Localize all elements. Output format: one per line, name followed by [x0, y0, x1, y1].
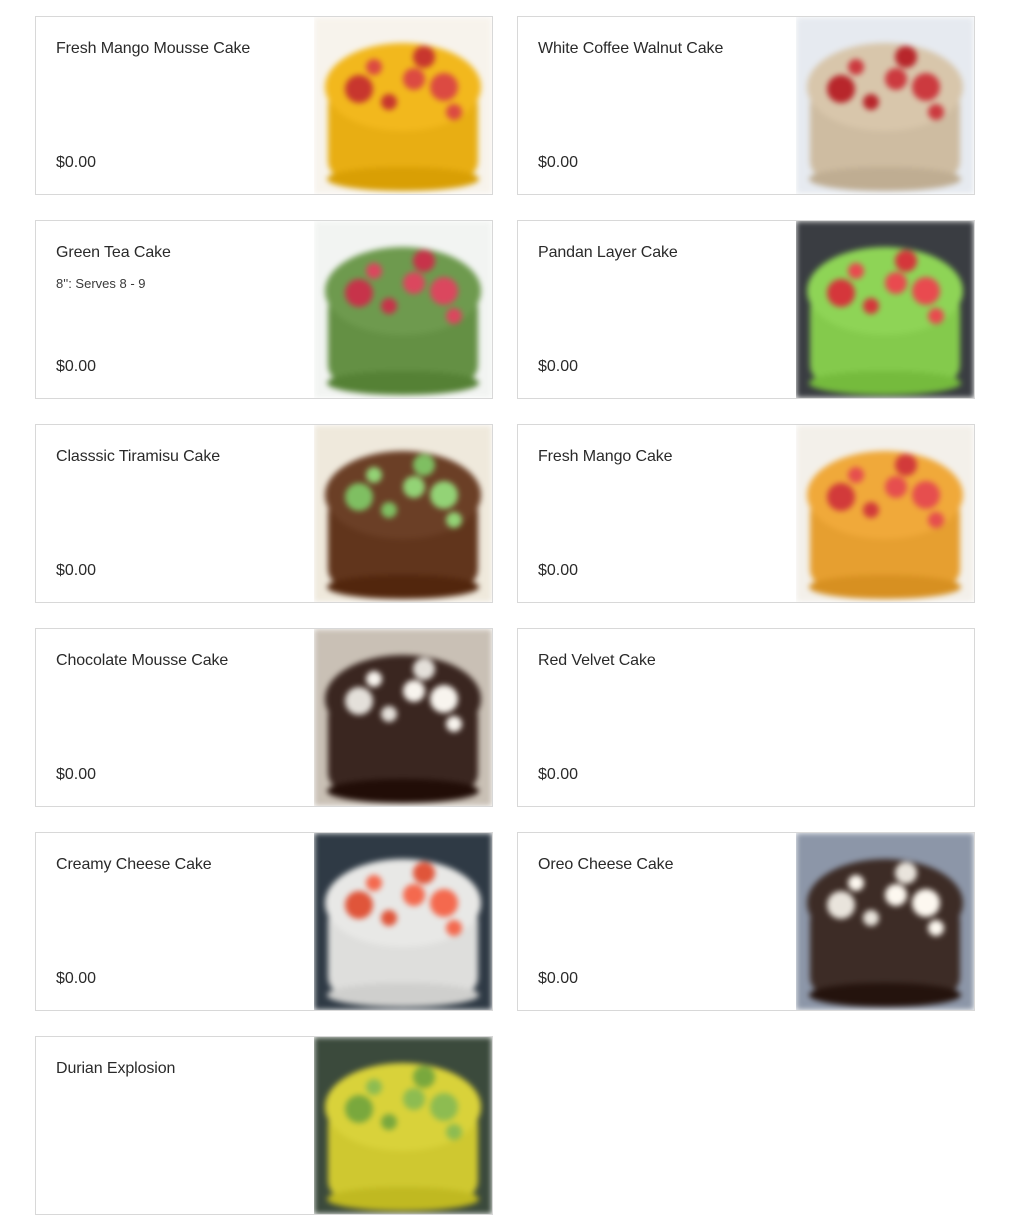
menu-item-photo[interactable] — [314, 221, 492, 398]
menu-item-card[interactable]: Green Tea Cake 8'': Serves 8 - 9 $0.00 — [35, 220, 493, 399]
menu-item-name: Classsic Tiramisu Cake — [56, 448, 221, 465]
cake-photo-graphic — [314, 629, 492, 806]
menu-item-photo[interactable] — [796, 17, 974, 194]
menu-item-photo[interactable] — [796, 221, 974, 398]
menu-item-name: Creamy Cheese Cake — [56, 856, 212, 873]
menu-item-price: $0.00 — [538, 766, 579, 783]
menu-item-price: $0.00 — [538, 562, 579, 579]
menu-item-name: Red Velvet Cake — [538, 652, 656, 669]
menu-item-name: White Coffee Walnut Cake — [538, 40, 724, 57]
cake-photo-graphic — [796, 425, 974, 602]
menu-item-description: 8'': Serves 8 - 9 — [56, 276, 146, 291]
menu-item-price: $0.00 — [538, 970, 579, 987]
menu-item-price: $0.00 — [56, 970, 97, 987]
cake-photo-graphic — [314, 221, 492, 398]
menu-item-price: $0.00 — [538, 358, 579, 375]
menu-item-card[interactable]: Oreo Cheese Cake $0.00 — [517, 832, 975, 1011]
cake-photo-graphic — [796, 221, 974, 398]
menu-item-photo[interactable] — [314, 17, 492, 194]
menu-item-photo[interactable] — [796, 833, 974, 1010]
menu-item-name: Pandan Layer Cake — [538, 244, 678, 261]
menu-item-card[interactable]: Chocolate Mousse Cake $0.00 — [35, 628, 493, 807]
menu-item-price: $0.00 — [56, 766, 97, 783]
menu-item-photo[interactable] — [314, 425, 492, 602]
menu-item-photo[interactable] — [314, 629, 492, 806]
menu-item-name: Fresh Mango Mousse Cake — [56, 40, 251, 57]
menu-item-card[interactable]: Creamy Cheese Cake $0.00 — [35, 832, 493, 1011]
cake-photo-graphic — [796, 833, 974, 1010]
menu-item-card[interactable]: Red Velvet Cake $0.00 — [517, 628, 975, 807]
menu-item-photo[interactable] — [796, 425, 974, 602]
menu-item-photo[interactable] — [314, 833, 492, 1010]
menu-item-name: Fresh Mango Cake — [538, 448, 673, 465]
cake-photo-graphic — [314, 17, 492, 194]
menu-item-card[interactable]: Fresh Mango Cake $0.00 — [517, 424, 975, 603]
menu-item-price: $0.00 — [56, 358, 97, 375]
menu-item-name: Chocolate Mousse Cake — [56, 652, 229, 669]
menu-item-card[interactable]: White Coffee Walnut Cake $0.00 — [517, 16, 975, 195]
menu-item-name: Green Tea Cake — [56, 244, 171, 261]
menu-item-card[interactable]: Durian Explosion — [35, 1036, 493, 1215]
menu-item-price: $0.00 — [56, 154, 97, 171]
menu-item-price: $0.00 — [538, 154, 579, 171]
cake-photo-graphic — [796, 17, 974, 194]
menu-item-name: Oreo Cheese Cake — [538, 856, 674, 873]
cake-photo-graphic — [314, 833, 492, 1010]
menu-item-price: $0.00 — [56, 562, 97, 579]
menu-item-photo[interactable] — [314, 1037, 492, 1214]
menu-item-card[interactable]: Pandan Layer Cake $0.00 — [517, 220, 975, 399]
menu-item-name: Durian Explosion — [56, 1060, 176, 1077]
cake-photo-graphic — [314, 425, 492, 602]
cake-photo-graphic — [314, 1037, 492, 1214]
menu-item-card[interactable]: Classsic Tiramisu Cake $0.00 — [35, 424, 493, 603]
menu-item-card[interactable]: Fresh Mango Mousse Cake $0.00 — [35, 16, 493, 195]
